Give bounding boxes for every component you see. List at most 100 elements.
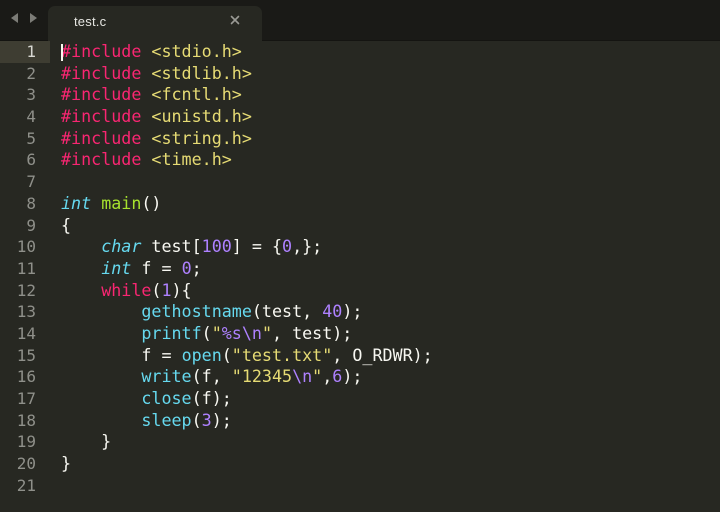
code-token: #include [61,62,152,83]
code-editor[interactable]: 1 2 3 4 5 6 7 8 9 10 11 12 13 14 15 16 17 18 19 20 21 #inclu… [0,41,720,512]
code-line[interactable]: f = open("test.txt", O_RDWR); [61,345,720,367]
code-token: while [101,279,152,300]
code-line[interactable]: close(f); [61,388,720,410]
code-line[interactable]: { [61,215,720,237]
code-token: , test); [271,322,353,343]
code-token: " [261,322,272,343]
code-token: 6 [332,366,343,387]
line-number: 15 [16,345,36,365]
code-line[interactable]: #include <time.h> [61,149,720,171]
code-token: #include [61,149,152,170]
tab-bar: test.c [0,0,720,41]
code-line[interactable]: printf("%s\n", test); [61,323,720,345]
code-token: 3 [201,409,212,430]
code-token: write [141,366,192,387]
code-line[interactable]: gethostname(test, 40); [61,301,720,323]
code-token: ( [201,322,212,343]
code-token: sleep [141,409,192,430]
code-token: ( [151,279,162,300]
code-line[interactable]: int f = 0; [61,258,720,280]
code-line[interactable] [61,475,720,497]
forward-arrow-icon[interactable] [26,11,40,25]
code-token: gethostname [141,301,252,322]
code-token: 0 [181,257,192,278]
code-token: 100 [201,236,232,257]
line-number: 21 [16,475,36,495]
line-number: 11 [16,258,36,278]
tab-test-c[interactable]: test.c [48,6,262,41]
code-token: test[ [141,236,202,257]
code-line[interactable]: #include <unistd.h> [61,106,720,128]
code-line[interactable] [61,171,720,193]
code-token: "test.txt" [231,344,333,365]
back-arrow-icon[interactable] [8,11,22,25]
code-token: #include [61,84,152,105]
code-token: 40 [322,301,343,322]
line-number: 16 [16,367,36,387]
line-number: 5 [26,128,36,148]
code-token: \n [292,366,313,387]
line-number: 6 [26,150,36,170]
code-token: #include [61,127,152,148]
code-token: #include [61,41,152,61]
line-number: 7 [26,172,36,192]
code-token: ){ [171,279,192,300]
line-number: 20 [16,454,36,474]
code-token: ,}; [292,236,323,257]
code-token: 1 [161,279,172,300]
code-token: (test, [251,301,323,322]
line-number: 18 [16,410,36,430]
code-line[interactable]: char test[100] = {0,}; [61,236,720,258]
code-token: ( [191,409,202,430]
line-number-gutter: 1 2 3 4 5 6 7 8 9 10 11 12 13 14 15 16 17 18 19 20 21 [0,41,50,512]
code-token: ); [211,409,232,430]
code-token: <stdlib.h> [151,62,252,83]
line-number: 9 [26,215,36,235]
code-token: } [61,431,112,452]
code-token: <stdio.h> [151,41,242,61]
code-line[interactable]: #include <stdlib.h> [61,63,720,85]
code-line[interactable]: int main() [61,193,720,215]
code-token: #include [61,106,152,127]
code-line[interactable]: #include <stdio.h> [61,41,720,63]
code-token: main [101,192,142,213]
code-line[interactable]: #include <string.h> [61,128,720,150]
code-token: 0 [282,236,293,257]
code-line[interactable]: #include <fcntl.h> [61,84,720,106]
code-line[interactable]: } [61,453,720,475]
code-token: " [211,322,222,343]
close-icon[interactable] [230,15,240,25]
code-token: ; [191,257,202,278]
line-number: 1 [0,41,50,63]
code-token: { [61,214,72,235]
line-number: 4 [26,107,36,127]
line-number: 13 [16,302,36,322]
editor-window: test.c 1 2 3 4 5 6 7 8 9 10 11 12 13 14 15 16 17 18 19 20 21… [0,0,720,512]
line-number: 14 [16,323,36,343]
line-number: 10 [16,237,36,257]
code-token: f = [131,257,182,278]
code-token: printf [141,322,202,343]
code-line[interactable]: } [61,431,720,453]
line-number: 8 [26,193,36,213]
code-area[interactable]: #include <stdio.h> #include <stdlib.h> #in… [61,41,720,512]
code-token: , O_RDWR); [332,344,433,365]
code-line[interactable]: sleep(3); [61,410,720,432]
code-token: char [101,236,142,257]
line-number: 19 [16,432,36,452]
code-token: ( [221,344,232,365]
code-token: ); [342,301,363,322]
line-number: 17 [16,389,36,408]
line-number: 12 [16,280,36,300]
line-number: 3 [26,85,36,105]
code-line[interactable]: write(f, "12345\n",6); [61,366,720,388]
code-line[interactable]: while(1){ [61,280,720,302]
code-token: open [181,344,222,365]
code-token: <fcntl.h> [151,84,242,105]
code-token: ] = { [231,236,283,257]
